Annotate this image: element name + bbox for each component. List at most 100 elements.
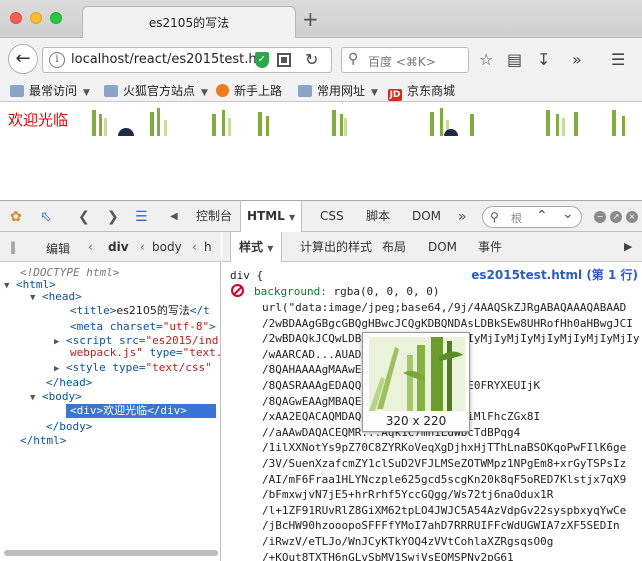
folder-icon xyxy=(104,85,118,97)
data-uri-line: /AI/mF6Fraa1HLYNczple625gcd5scgKn20k8qF5… xyxy=(262,472,627,486)
chevron-down-icon: ▼ xyxy=(289,213,296,222)
firebug-icon[interactable]: ✿ xyxy=(10,209,22,225)
folder-icon xyxy=(10,85,24,97)
chevron-left-icon[interactable]: ‹ xyxy=(88,240,93,254)
disclosure-triangle-icon[interactable]: ▼ xyxy=(30,393,35,403)
download-icon[interactable]: ↧ xyxy=(537,50,550,69)
chevron-down-icon: ▼ xyxy=(267,244,274,253)
close-panel-icon[interactable]: × xyxy=(626,211,638,223)
edit-button[interactable]: 编辑 xyxy=(46,240,70,257)
shield-icon[interactable]: ✓ xyxy=(255,52,269,68)
body-node[interactable]: ▼ <body> xyxy=(30,390,82,405)
navigation-bar: ← i localhost/react/es2015test.h ✓ ↻ ⚲ 百… xyxy=(0,38,642,80)
node-text: es2105的写法 xyxy=(116,304,190,317)
style-node[interactable]: ▶ <style type="text/css" xyxy=(54,361,212,376)
meta-node[interactable]: <meta charset="utf-8"> xyxy=(70,320,216,334)
bookmark-firefox-official[interactable]: 火狐官方站点 ▼ xyxy=(104,82,208,100)
bookmark-most-visited[interactable]: 最常访问 ▼ xyxy=(10,82,90,100)
disclosure-triangle-icon[interactable]: ▼ xyxy=(30,293,35,303)
browser-tab[interactable]: es2105的写法 xyxy=(82,6,296,39)
bookmark-label: 新手上路 xyxy=(234,84,283,98)
minimize-panel-icon[interactable]: − xyxy=(594,211,606,223)
url-text[interactable]: localhost/react/es2015test.h xyxy=(71,52,261,67)
breadcrumb-item-body[interactable]: body xyxy=(152,240,182,254)
scroll-left-icon[interactable]: ◀ xyxy=(170,211,178,222)
tab-dom-side[interactable]: DOM xyxy=(420,232,465,262)
attr-value: "utf-8" xyxy=(162,320,210,333)
breadcrumb-item-html[interactable]: h xyxy=(204,240,212,254)
script-stack-icon[interactable]: ☰ xyxy=(135,209,148,225)
menu-icon[interactable]: ☰ xyxy=(611,50,625,69)
disclosure-triangle-right-icon[interactable]: ▶ xyxy=(54,337,59,347)
search-icon: ⚲ xyxy=(348,51,359,67)
tab-style[interactable]: 样式 ▼ xyxy=(230,232,283,262)
tag-text: <div> xyxy=(70,404,104,417)
bookmark-getting-started[interactable]: 新手上路 xyxy=(216,82,282,100)
tag-text: </t xyxy=(189,304,210,317)
reader-list-icon[interactable]: ▤ xyxy=(507,50,522,69)
pause-icon[interactable]: ‖ xyxy=(10,240,16,254)
bookmark-jd[interactable]: JD 京东商城 xyxy=(388,82,455,101)
overflow-icon[interactable]: » xyxy=(458,209,467,225)
new-tab-icon[interactable]: + xyxy=(302,9,319,29)
info-icon[interactable]: i xyxy=(49,52,65,68)
disclosure-triangle-right-icon[interactable]: ▶ xyxy=(54,364,59,374)
script-node-cont[interactable]: webpack.js" type="text. xyxy=(70,346,222,360)
rule-source-link[interactable]: es2015test.html (第 1 行) xyxy=(471,268,638,284)
attr-value: "text. xyxy=(182,346,223,359)
search-previous-icon[interactable]: ⌃ xyxy=(536,208,548,224)
bamboo-background-image xyxy=(92,108,625,136)
search-bar[interactable]: ⚲ 百度 <⌘K> xyxy=(341,47,469,73)
tag-text: <meta xyxy=(70,320,104,333)
back-icon[interactable]: ❮ xyxy=(78,209,90,225)
tab-style-label: 样式 xyxy=(239,240,264,254)
data-uri-line: /+KQut8TXTH6nGLvSbMV1SwjVsEQMSPNv2pG61 xyxy=(262,550,514,561)
tab-layout[interactable]: 布局 xyxy=(374,232,414,262)
tab-console[interactable]: 控制台 xyxy=(190,201,238,232)
welcome-text: 欢迎光临 xyxy=(8,111,69,129)
attr-name: charset= xyxy=(109,320,163,333)
minimize-window-button[interactable] xyxy=(30,12,42,24)
head-node[interactable]: ▼ <head> xyxy=(30,290,82,305)
tab-events[interactable]: 事件 xyxy=(470,232,510,262)
tab-css[interactable]: CSS xyxy=(314,201,350,232)
inspect-element-icon[interactable]: ⬁ xyxy=(40,209,52,225)
horizontal-scrollbar[interactable] xyxy=(4,550,218,556)
image-dimensions: 320 x 220 xyxy=(385,414,447,428)
attr-value: webpack.js" xyxy=(70,346,143,359)
disable-property-icon[interactable] xyxy=(231,284,244,297)
url-bar[interactable]: i localhost/react/es2015test.h ✓ ↻ xyxy=(42,47,332,73)
tab-script[interactable]: 脚本 xyxy=(360,201,396,232)
body-close-node[interactable]: </body> xyxy=(46,420,92,434)
forward-icon[interactable]: ❯ xyxy=(107,209,119,225)
tab-html[interactable]: HTML ▼ xyxy=(240,201,303,232)
maximize-window-button[interactable] xyxy=(50,12,62,24)
side-panel-tabs: 样式 ▼ 计算出的样式 布局 DOM 事件 ▶ xyxy=(222,232,642,262)
disclosure-triangle-icon[interactable]: ▼ xyxy=(4,281,9,291)
tab-computed[interactable]: 计算出的样式 xyxy=(292,232,380,262)
overflow-chevron-icon[interactable]: » xyxy=(572,50,582,69)
detach-panel-icon[interactable]: ↗ xyxy=(610,211,622,223)
title-node[interactable]: <title>es2105的写法</t xyxy=(70,304,210,318)
bookmark-star-icon[interactable]: ☆ xyxy=(479,50,493,69)
html-close-node[interactable]: </html> xyxy=(20,434,66,448)
head-close-node[interactable]: </head> xyxy=(46,376,92,390)
rule-property[interactable]: background: rgba(0, 0, 0, 0) xyxy=(254,284,439,300)
tab-dom[interactable]: DOM xyxy=(406,201,447,232)
back-button[interactable]: ← xyxy=(8,44,38,74)
rule-selector[interactable]: div { xyxy=(230,268,263,284)
div-node-selected[interactable]: <div>欢迎光临</div> xyxy=(66,404,216,418)
tag-text: > xyxy=(209,320,216,333)
search-next-icon[interactable]: ⌄ xyxy=(562,206,574,222)
bookmark-common-sites[interactable]: 常用网址 ▼ xyxy=(298,82,378,100)
property-name: background: xyxy=(254,285,327,298)
chevron-left-icon: ‹ xyxy=(192,240,197,254)
qr-code-icon[interactable] xyxy=(277,53,291,67)
side-panel-expand-icon[interactable]: ▶ xyxy=(624,240,632,253)
reload-icon[interactable]: ↻ xyxy=(305,50,318,69)
tag-text: <body> xyxy=(42,390,82,403)
breadcrumb: ‖ 编辑 ‹ div ‹ body ‹ h xyxy=(0,232,221,262)
property-value: rgba(0, 0, 0, 0) xyxy=(333,285,440,298)
breadcrumb-item-div[interactable]: div xyxy=(108,240,129,254)
close-window-button[interactable] xyxy=(10,12,22,24)
